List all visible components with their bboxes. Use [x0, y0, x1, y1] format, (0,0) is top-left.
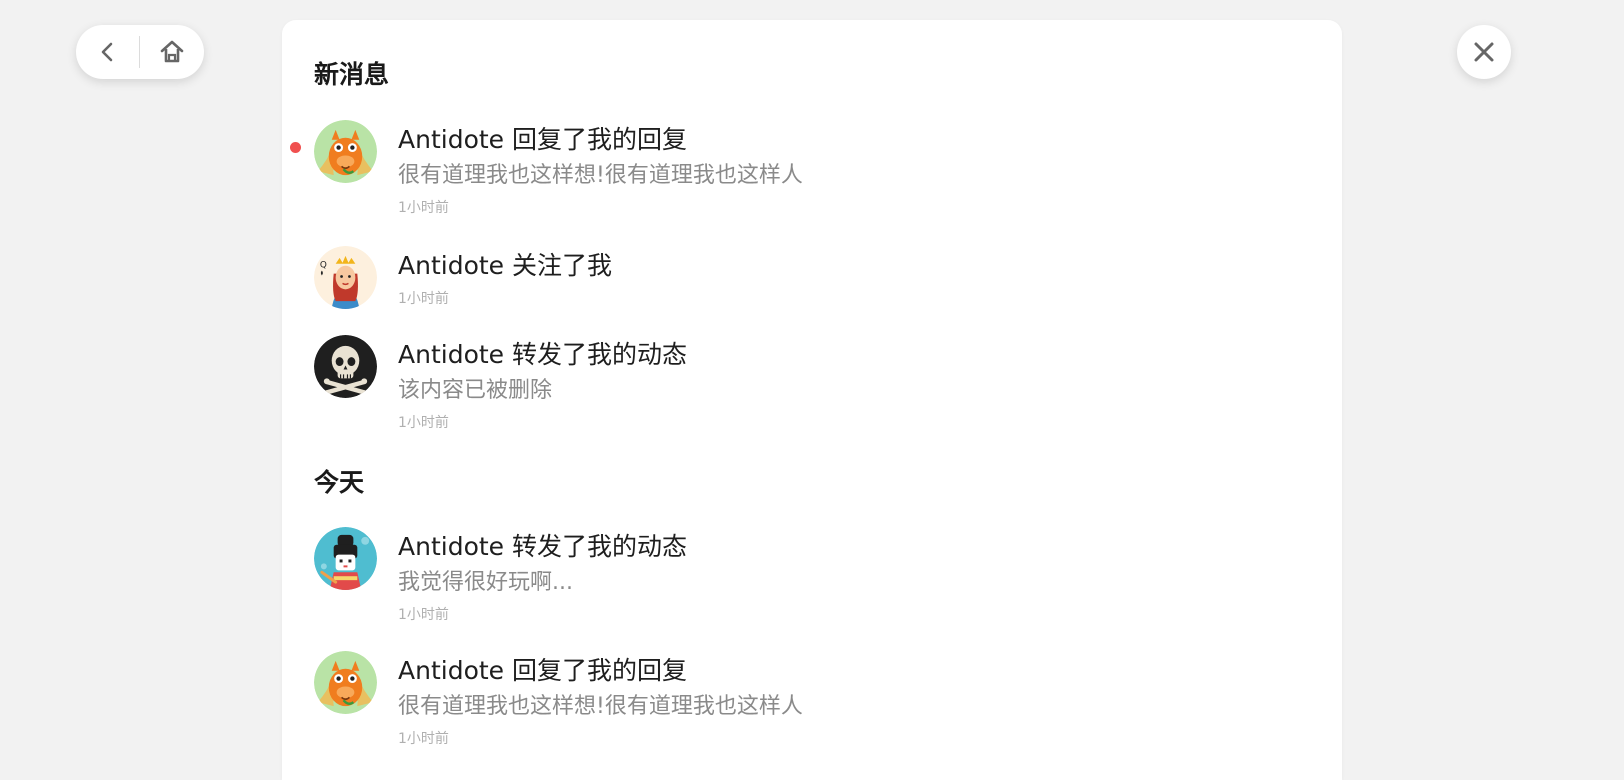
unread-dot	[290, 142, 301, 153]
skull-avatar-icon	[314, 335, 377, 398]
notification-content: 很有道理我也这样想!很有道理我也这样人	[398, 694, 803, 719]
home-button[interactable]	[140, 25, 203, 79]
notification-content: 很有道理我也这样想!很有道理我也这样人	[398, 163, 803, 188]
notification-time: 1小时前	[398, 731, 449, 747]
notification-item[interactable]: Antidote 转发了我的动态 该内容已被删除 1小时前	[282, 335, 1342, 455]
queen-card-avatar-icon: Q	[314, 246, 377, 309]
home-icon	[160, 40, 183, 63]
notification-title: Antidote 转发了我的动态	[398, 340, 687, 369]
notification-time: 1小时前	[398, 200, 449, 216]
notification-title: Antidote 转发了我的动态	[398, 532, 687, 561]
dragon-avatar-icon	[314, 120, 377, 183]
avatar[interactable]: Q	[314, 246, 377, 309]
notification-time: 1小时前	[398, 607, 449, 623]
notification-item[interactable]: Antidote 回复了我的回复 很有道理我也这样想!很有道理我也这样人 1小时…	[282, 120, 1342, 240]
notification-title: Antidote 回复了我的回复	[398, 656, 687, 685]
section-title-today: 今天	[314, 468, 365, 497]
message-panel: 新消息 Antidote 回复了我的回复 很有道理我也这样想!很有道理我也这样人…	[282, 20, 1342, 780]
back-button[interactable]	[76, 25, 139, 79]
notification-item[interactable]: Antidote 转发了我的动态 我觉得很好玩啊... 1小时前	[282, 527, 1342, 647]
dragon-avatar-icon	[314, 651, 377, 714]
section-title-new: 新消息	[314, 60, 390, 89]
notification-item[interactable]: Antidote 回复了我的回复 很有道理我也这样想!很有道理我也这样人 1小时…	[282, 651, 1342, 771]
svg-text:Q: Q	[320, 261, 327, 271]
avatar[interactable]	[314, 335, 377, 398]
notification-content: 该内容已被删除	[398, 378, 553, 403]
avatar[interactable]	[314, 527, 377, 590]
close-icon	[1474, 42, 1494, 62]
notification-title: Antidote 回复了我的回复	[398, 125, 687, 154]
notification-time: 1小时前	[398, 415, 449, 431]
notification-content: 我觉得很好玩啊...	[398, 570, 573, 595]
chevron-left-icon	[101, 42, 112, 62]
avatar[interactable]	[314, 651, 377, 714]
notification-item[interactable]: Q Antidote 关注了我 1小时前	[282, 246, 1342, 336]
notification-time: 1小时前	[398, 291, 449, 307]
avatar[interactable]	[314, 120, 377, 183]
nav-pill	[76, 25, 204, 79]
close-button[interactable]	[1457, 25, 1511, 79]
geisha-avatar-icon	[314, 527, 377, 590]
notification-title: Antidote 关注了我	[398, 251, 612, 280]
